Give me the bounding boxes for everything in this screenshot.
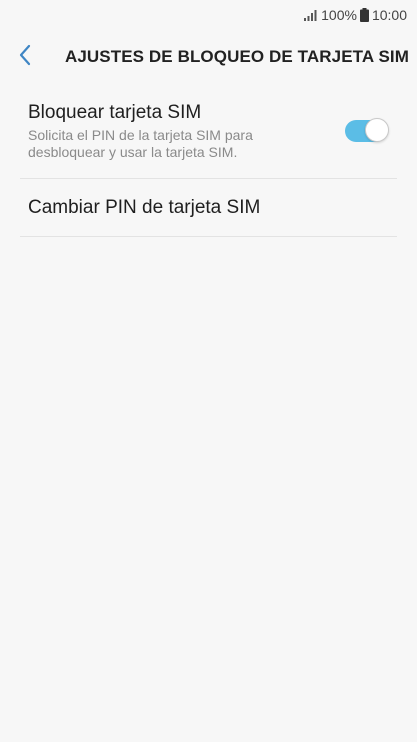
lock-sim-toggle[interactable] [345, 118, 389, 142]
settings-list: Bloquear tarjeta SIM Solicita el PIN de … [20, 92, 397, 237]
toggle-knob [365, 118, 389, 142]
change-pin-setting[interactable]: Cambiar PIN de tarjeta SIM [20, 179, 397, 237]
chevron-left-icon [18, 44, 32, 71]
status-bar: 100% 10:00 [304, 0, 407, 30]
page-title: AJUSTES DE BLOQUEO DE TARJETA SIM [65, 47, 409, 66]
back-button[interactable] [18, 40, 58, 74]
header: AJUSTES DE BLOQUEO DE TARJETA SIM [0, 40, 417, 74]
clock: 10:00 [371, 7, 407, 23]
battery-icon [359, 8, 369, 22]
lock-sim-setting[interactable]: Bloquear tarjeta SIM Solicita el PIN de … [20, 92, 397, 179]
signal-bars-icon [304, 9, 318, 21]
change-pin-title: Cambiar PIN de tarjeta SIM [28, 197, 261, 218]
lock-sim-description: Solicita el PIN de la tarjeta SIM para d… [28, 127, 253, 160]
battery-percentage: 100% [321, 7, 357, 23]
lock-sim-title: Bloquear tarjeta SIM [28, 102, 202, 123]
